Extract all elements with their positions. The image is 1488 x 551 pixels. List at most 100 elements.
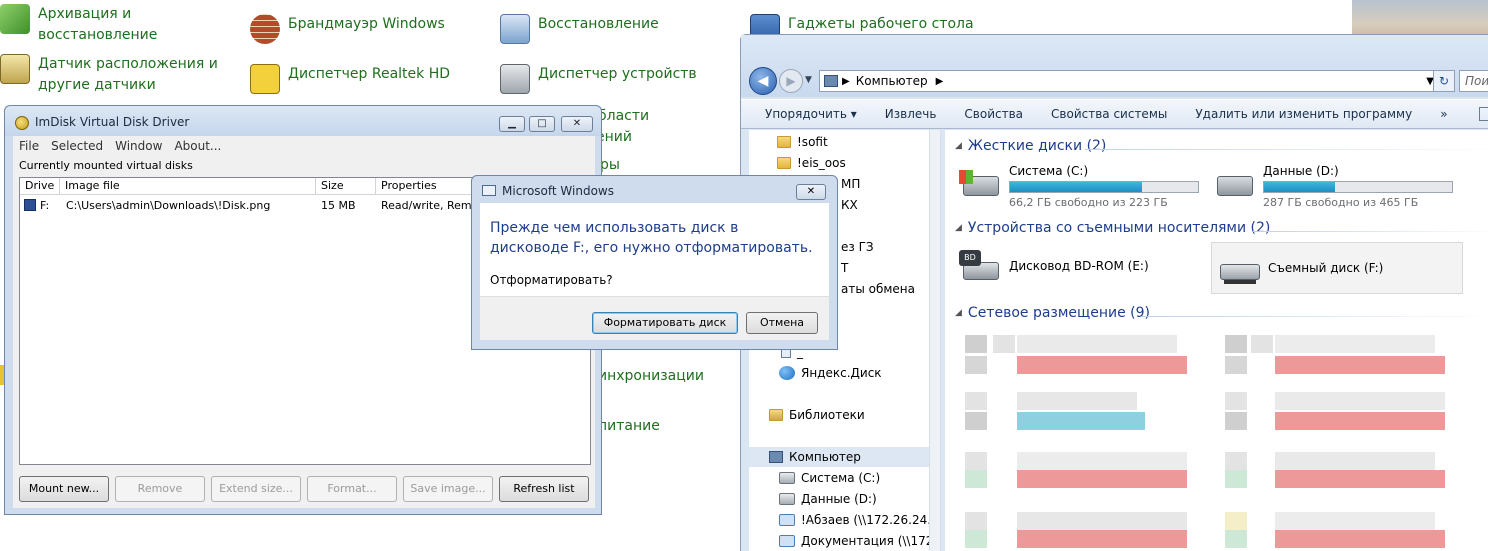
imdisk-app-icon	[15, 116, 29, 130]
search-input[interactable]: Пои	[1459, 70, 1488, 92]
collapse-icon: ◢	[955, 308, 962, 318]
tree-item[interactable]: МП	[841, 174, 860, 194]
cp-item-realtek[interactable]: Диспетчер Realtek HD	[250, 64, 450, 94]
cp-item-location-sensor[interactable]: Датчик расположения и другие датчики	[0, 54, 218, 96]
cp-item-backup[interactable]: Архивация и восстановление	[0, 4, 157, 46]
remove-button[interactable]: Remove	[115, 476, 205, 502]
redacted-block	[965, 470, 987, 488]
tree-scrollbar[interactable]	[929, 130, 940, 551]
tree-item-drive-d[interactable]: Данные (D:)	[779, 489, 877, 509]
disk-usage-bar	[1009, 181, 1199, 193]
redacted-block	[1275, 335, 1435, 353]
group-network[interactable]: ◢ Сетевое размещение (9)	[955, 305, 1150, 321]
format-button[interactable]: Format...	[307, 476, 397, 502]
tree-item-network-drive[interactable]: Документация (\\172.26	[779, 531, 940, 551]
removable-item-bdrom[interactable]: BD Дисковод BD-ROM (E:)	[959, 244, 1209, 288]
dialog-window-icon	[482, 185, 496, 196]
redacted-block	[1225, 392, 1247, 410]
floppy-icon	[24, 199, 36, 211]
tree-item[interactable]: Т	[841, 258, 848, 278]
maximize-icon[interactable]: □	[529, 116, 555, 132]
cp-item-recovery[interactable]: Восстановление	[500, 14, 659, 44]
address-bar[interactable]: ▶ Компьютер ▶ ▼	[819, 70, 1439, 92]
group-divider	[1141, 316, 1488, 317]
back-arrow-icon[interactable]: ◀	[749, 67, 777, 95]
minimize-icon[interactable]: ▁	[499, 116, 525, 132]
format-dialog: Microsoft Windows ✕ Прежде чем использов…	[471, 175, 838, 350]
menu-about[interactable]: About...	[168, 139, 227, 153]
tree-item[interactable]: !sofit	[777, 132, 828, 152]
save-image-button[interactable]: Save image...	[403, 476, 493, 502]
disk-item-d[interactable]: Данные (D:) 287 ГБ свободно из 465 ГБ	[1213, 164, 1453, 209]
properties-button[interactable]: Свойства	[950, 107, 1037, 121]
tree-item[interactable]: аты обмена	[841, 279, 915, 299]
format-disk-button[interactable]: Форматировать диск	[592, 312, 738, 334]
redacted-block	[1275, 412, 1445, 430]
cp-item-device-manager[interactable]: Диспетчер устройств	[500, 64, 697, 94]
column-header-drive[interactable]: Drive	[20, 178, 60, 195]
system-properties-button[interactable]: Свойства системы	[1037, 107, 1181, 121]
breadcrumb-chevron-icon[interactable]: ▶	[936, 76, 944, 87]
close-icon[interactable]: ✕	[561, 116, 593, 132]
device-manager-icon	[500, 64, 530, 94]
cp-fragment[interactable]: питание	[598, 416, 660, 437]
libraries-icon	[769, 409, 783, 421]
drive-icon	[779, 472, 795, 484]
removable-item-f[interactable]: Съемный диск (F:)	[1211, 242, 1463, 294]
refresh-icon[interactable]: ↻	[1433, 70, 1455, 92]
tree-item-computer[interactable]: Компьютер	[749, 447, 929, 467]
extend-size-button[interactable]: Extend size...	[211, 476, 301, 502]
column-header-size[interactable]: Size	[316, 178, 376, 195]
backup-icon	[0, 4, 30, 34]
menu-selected[interactable]: Selected	[45, 139, 109, 153]
yandex-disk-icon	[779, 366, 795, 380]
redacted-block	[1275, 452, 1435, 470]
disk-item-c[interactable]: Система (C:) 66,2 ГБ свободно из 223 ГБ	[959, 164, 1199, 209]
breadcrumb-computer[interactable]: Компьютер	[856, 74, 928, 88]
cp-fragment[interactable]: бласти	[598, 106, 649, 127]
tree-item-libraries[interactable]: Библиотеки	[769, 405, 865, 425]
column-header-image[interactable]: Image file	[60, 178, 316, 195]
mount-new-button[interactable]: Mount new...	[19, 476, 109, 502]
eject-button[interactable]: Извлечь	[871, 107, 951, 121]
dialog-question: Отформатировать?	[490, 273, 613, 287]
redacted-block	[1017, 512, 1187, 530]
uninstall-program-button[interactable]: Удалить или изменить программу	[1181, 107, 1426, 121]
redacted-block	[1225, 356, 1247, 374]
tree-item[interactable]: !eis_oos	[777, 153, 846, 173]
cp-fragment[interactable]: ры	[600, 155, 620, 176]
menu-window[interactable]: Window	[109, 139, 168, 153]
close-icon[interactable]: ✕	[796, 184, 826, 200]
refresh-list-button[interactable]: Refresh list	[499, 476, 589, 502]
redacted-block	[1275, 512, 1435, 530]
dialog-message: Прежде чем использовать диск в дисководе…	[490, 220, 813, 256]
redacted-block	[965, 392, 987, 410]
group-removable[interactable]: ◢ Устройства со съемными носителями (2)	[955, 220, 1270, 236]
tree-item-yandex-disk[interactable]: Яндекс.Диск	[779, 363, 882, 383]
tree-item[interactable]: ез ГЗ	[841, 237, 874, 257]
forward-arrow-icon[interactable]: ▶	[779, 69, 803, 93]
redacted-block	[965, 412, 987, 430]
dialog-footer: Форматировать диск Отмена	[480, 296, 829, 340]
disk-usage-fill	[1010, 182, 1142, 192]
cp-item-firewall[interactable]: Брандмауэр Windows	[250, 14, 445, 44]
disk-usage-bar	[1263, 181, 1453, 193]
cp-fragment[interactable]: инхронизации	[598, 366, 704, 387]
organize-button[interactable]: Упорядочить ▾	[741, 107, 871, 121]
group-hard-disks[interactable]: ◢ Жесткие диски (2)	[955, 138, 1106, 154]
collapse-icon: ◢	[955, 141, 962, 151]
cancel-button[interactable]: Отмена	[746, 312, 818, 334]
more-commands-button[interactable]: »	[1426, 107, 1461, 121]
redacted-block	[1225, 512, 1247, 530]
redacted-block	[1017, 530, 1187, 548]
tree-item-drive-c[interactable]: Система (C:)	[779, 468, 880, 488]
redacted-block	[1225, 470, 1247, 488]
imdisk-titlebar[interactable]: ImDisk Virtual Disk Driver ▁ □ ✕	[5, 106, 601, 136]
view-options-icon[interactable]	[1479, 107, 1488, 121]
group-divider	[1253, 231, 1488, 232]
tree-item[interactable]: КХ	[841, 195, 858, 215]
removable-drive-icon	[1218, 250, 1260, 286]
history-dropdown-icon[interactable]: ▼	[805, 75, 812, 85]
menu-file[interactable]: File	[13, 139, 45, 153]
tree-item-network-drive[interactable]: !Абзаев (\\172.26.24.16)	[779, 510, 940, 530]
